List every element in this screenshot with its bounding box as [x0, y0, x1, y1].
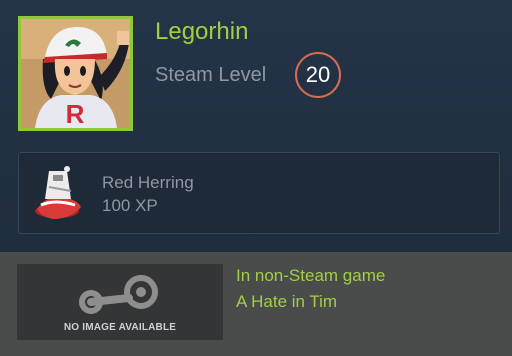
level-value: 20	[305, 62, 331, 87]
red-herring-fish-icon	[35, 166, 81, 219]
badge-xp: 100 XP	[102, 196, 158, 215]
level-badge[interactable]: 20	[295, 52, 341, 98]
game-status: In non-Steam game	[236, 266, 386, 285]
badge-card[interactable]: Red Herring 100 XP	[18, 152, 500, 234]
avatar[interactable]: R	[18, 16, 133, 131]
steam-logo-icon	[79, 275, 158, 314]
svg-text:R: R	[66, 99, 85, 128]
username[interactable]: Legorhin	[155, 18, 248, 46]
level-label: Steam Level	[155, 64, 267, 86]
game-thumbnail[interactable]: NO IMAGE AVAILABLE	[17, 264, 223, 340]
profile-panel: R Legorhin Steam Level 20 Red Herring 10…	[0, 0, 512, 252]
anime-boy-cap-avatar-icon: R	[21, 19, 130, 128]
game-name[interactable]: A Hate in Tim	[236, 292, 337, 312]
no-image-text: NO IMAGE AVAILABLE	[63, 322, 177, 333]
badge-name: Red Herring	[102, 173, 194, 192]
